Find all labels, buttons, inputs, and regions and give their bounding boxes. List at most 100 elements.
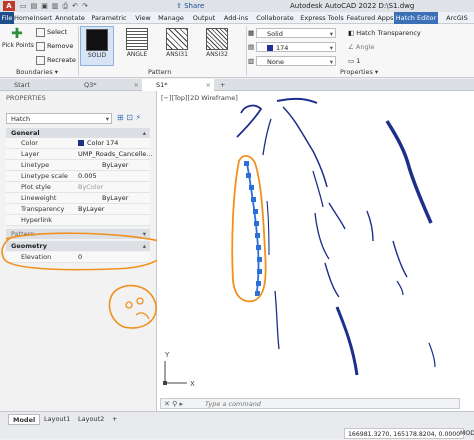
- selection-grip: [246, 173, 251, 178]
- object-type-dropdown[interactable]: Hatch ▾: [6, 113, 112, 124]
- doc-tab-s1[interactable]: S1* ×: [142, 79, 214, 91]
- palette-title: PROPERTIES: [6, 94, 46, 102]
- group-divider: [246, 26, 247, 76]
- pattern-section-header[interactable]: Pattern ▾: [6, 229, 150, 239]
- property-row[interactable]: Transparency ByLayer: [6, 204, 150, 215]
- undo-icon[interactable]: ↶: [72, 1, 78, 11]
- scale-field[interactable]: ▭ 1: [348, 56, 468, 67]
- group-divider: [78, 26, 79, 76]
- quick-access-toolbar: ▭ ▤ ▣ ▥ ⎙ ↶ ↷: [20, 1, 88, 11]
- pattern-ansi32[interactable]: ANSI32: [200, 26, 234, 66]
- open-icon[interactable]: ▤: [31, 1, 38, 11]
- property-row[interactable]: Linetype scale 0.005: [6, 171, 150, 182]
- pattern-ansi31[interactable]: ANSI31: [160, 26, 194, 66]
- drawing-polyline: [324, 262, 340, 298]
- drawing-polyline: [314, 212, 330, 260]
- autocad-logo[interactable]: A: [3, 1, 15, 11]
- selection-grip: [255, 233, 260, 238]
- tab-manage[interactable]: Manage: [154, 12, 188, 24]
- drawing-polyline: [274, 290, 280, 350]
- drawing-canvas[interactable]: [−][Top][2D Wireframe] Y X: [157, 91, 474, 411]
- chevron-down-icon: ▾: [329, 30, 333, 38]
- select-button[interactable]: Select: [36, 26, 67, 38]
- selected-hatch-path: [246, 162, 260, 292]
- expand-icon: ▾: [142, 230, 146, 238]
- quick-select-icon[interactable]: ⚡: [136, 113, 142, 122]
- pattern-angle[interactable]: ANGLE: [120, 26, 154, 66]
- add-layout-button[interactable]: +: [108, 414, 121, 425]
- tab-arcgis[interactable]: ArcGIS: [440, 12, 474, 24]
- tab-collaborate[interactable]: Collaborate: [252, 12, 298, 24]
- remove-button[interactable]: Remove: [36, 40, 73, 52]
- general-section-header[interactable]: General ▴: [6, 128, 150, 138]
- doc-tab-start[interactable]: Start: [0, 79, 70, 91]
- tab-parametric[interactable]: Parametric: [86, 12, 132, 24]
- layout-tab-layout1[interactable]: Layout1: [40, 414, 74, 425]
- plot-icon[interactable]: ⎙: [63, 1, 69, 11]
- drawing-polyline: [236, 104, 263, 138]
- boundaries-group-label[interactable]: Boundaries ▾: [16, 68, 58, 77]
- chevron-down-icon: ▾: [329, 44, 333, 52]
- property-row[interactable]: Plot style ByColor: [6, 182, 150, 193]
- color-swatch: [78, 140, 84, 146]
- hatch-transparency-field[interactable]: ◧ Hatch Transparency: [348, 28, 468, 39]
- tab-insert[interactable]: Insert: [32, 12, 54, 24]
- property-row[interactable]: Layer UMP_Roads_Cancelle...: [6, 149, 153, 160]
- properties-group-label[interactable]: Properties ▾: [340, 68, 378, 77]
- property-row[interactable]: Linetype ByLayer: [6, 160, 150, 171]
- property-row[interactable]: Color Color 174: [6, 138, 150, 149]
- close-icon[interactable]: ×: [134, 79, 139, 91]
- recreate-button[interactable]: Recreate: [36, 54, 76, 66]
- document-tab-bar: Start Q3* × S1* × +: [0, 79, 474, 91]
- property-row[interactable]: Hyperlink: [6, 215, 150, 226]
- new-icon[interactable]: ▭: [20, 1, 27, 11]
- selection-grip: [256, 281, 261, 286]
- saveas-icon[interactable]: ▥: [52, 1, 59, 11]
- tab-annotate[interactable]: Annotate: [54, 12, 86, 24]
- tab-home[interactable]: Home: [14, 12, 33, 24]
- background-color-row: ▥ None ▾: [248, 56, 344, 67]
- pick-points-button[interactable]: ✚ Pick Points: [2, 26, 34, 62]
- new-tab-button[interactable]: +: [214, 79, 234, 91]
- layout-tab-model[interactable]: Model: [8, 414, 41, 425]
- drawing-polyline: [328, 202, 346, 230]
- property-row[interactable]: Lineweight ByLayer: [6, 193, 150, 204]
- share-button[interactable]: ⇪ Share: [176, 1, 204, 11]
- ansi32-swatch-icon: [206, 28, 228, 50]
- status-bar: Model Layout1 Layout2 + 166981.3270, 165…: [0, 411, 474, 439]
- tab-output[interactable]: Output: [188, 12, 220, 24]
- redo-icon[interactable]: ↷: [82, 1, 88, 11]
- selection-grip: [257, 257, 262, 262]
- tab-hatch-editor[interactable]: Hatch Editor: [394, 12, 438, 24]
- command-tools-icons[interactable]: ✕ ⚲ ▸: [164, 399, 183, 409]
- save-icon[interactable]: ▣: [41, 1, 48, 11]
- remove-icon: [36, 41, 45, 51]
- layout-tab-layout2[interactable]: Layout2: [74, 414, 108, 425]
- chevron-down-icon: ▾: [329, 58, 333, 66]
- tab-add-ins[interactable]: Add-ins: [220, 12, 252, 24]
- hatch-type-dropdown[interactable]: Solid ▾: [256, 28, 336, 38]
- tab-express-tools[interactable]: Express Tools: [298, 12, 346, 24]
- drawing-polyline: [262, 118, 272, 156]
- model-space-toggle[interactable]: MOD: [460, 428, 474, 439]
- background-color-icon: ▥: [248, 57, 255, 65]
- sad-face-eye: [136, 297, 144, 305]
- hatch-color-dropdown[interactable]: 174 ▾: [256, 42, 336, 52]
- tab-featured-apps[interactable]: Featured Apps: [346, 12, 394, 24]
- background-color-dropdown[interactable]: None ▾: [256, 56, 336, 66]
- select-icon: [36, 27, 45, 37]
- select-objects-icon[interactable]: ⊡: [126, 113, 133, 122]
- tab-file[interactable]: File: [0, 12, 14, 24]
- doc-tab-q3[interactable]: Q3* ×: [70, 79, 142, 91]
- tab-view[interactable]: View: [132, 12, 154, 24]
- close-icon[interactable]: ×: [206, 79, 211, 91]
- toggle-pickadd-icon[interactable]: ⊞: [117, 113, 124, 122]
- angle-field[interactable]: ∠ Angle: [348, 42, 468, 53]
- geometry-section-header[interactable]: Geometry ▴: [6, 241, 150, 251]
- angle-icon: ∠: [348, 43, 356, 51]
- command-input[interactable]: [205, 399, 445, 409]
- pattern-solid[interactable]: SOLID: [80, 26, 114, 66]
- property-row[interactable]: Elevation 0: [6, 252, 150, 263]
- drawing-polyline: [276, 97, 318, 104]
- solid-swatch-icon: [86, 29, 108, 51]
